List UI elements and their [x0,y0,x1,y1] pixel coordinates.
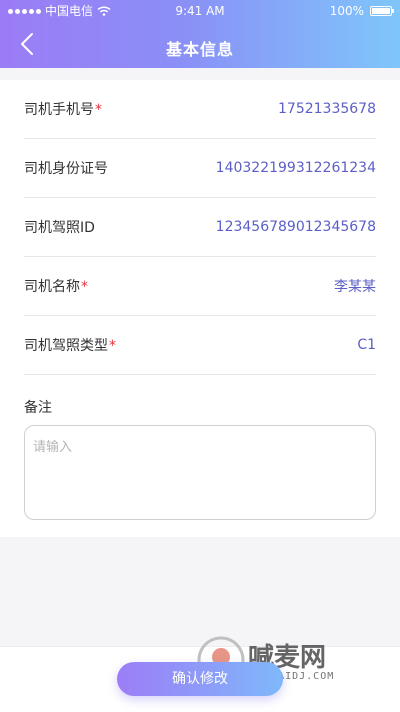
field-value: 李某某 [334,279,376,295]
status-right: 100% [329,0,394,22]
field-row-phone[interactable]: 司机手机号* 17521335678 [24,80,376,139]
field-value: C1 [357,337,376,353]
field-row-name[interactable]: 司机名称* 李某某 [24,257,376,316]
field-row-license-id[interactable]: 司机驾照ID 123456789012345678 [24,198,376,257]
field-row-license-type[interactable]: 司机驾照类型* C1 [24,316,376,375]
field-label: 司机名称* [24,279,88,295]
field-value: 17521335678 [278,101,376,117]
field-label: 司机手机号* [24,102,102,118]
remark-label: 备注 [24,400,52,416]
driver-info-form: 司机手机号* 17521335678 司机身份证号 14032219931226… [0,80,400,537]
field-value: 140322199312261234 [215,160,376,176]
status-bar: 中国电信 9:41 AM 100% [0,0,400,22]
field-label: 司机身份证号 [24,161,108,177]
battery-label: 100% [329,4,364,18]
field-value: 123456789012345678 [215,219,376,235]
page-title: 基本信息 [165,40,234,59]
field-row-id-number[interactable]: 司机身份证号 140322199312261234 [24,139,376,198]
confirm-button[interactable]: 确认修改 [117,662,283,696]
battery-icon [370,6,394,16]
field-label: 司机驾照ID [24,220,95,236]
field-label: 司机驾照类型* [24,338,116,354]
remark-input[interactable] [24,425,376,520]
nav-header: 中国电信 9:41 AM 100% 基本信息 [0,0,400,68]
